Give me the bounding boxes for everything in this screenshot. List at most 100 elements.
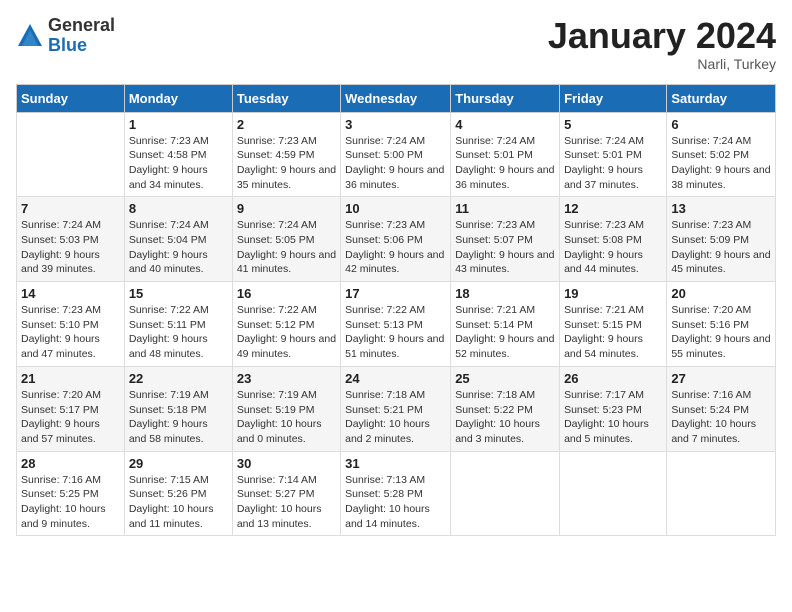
calendar-cell: 5Sunrise: 7:24 AMSunset: 5:01 PMDaylight… (560, 112, 667, 197)
header-cell-tuesday: Tuesday (232, 84, 340, 112)
calendar-cell: 29 Sunrise: 7:15 AMSunset: 5:26 PMDayligh… (124, 451, 232, 536)
calendar-cell: 11Sunrise: 7:23 AMSunset: 5:07 PMDayligh… (451, 197, 560, 282)
day-number: 15 (129, 286, 228, 301)
calendar-cell: 25Sunrise: 7:18 AMSunset: 5:22 PMDayligh… (451, 366, 560, 451)
day-number: 2 (237, 117, 336, 132)
header-cell-friday: Friday (560, 84, 667, 112)
day-number: 11 (455, 201, 555, 216)
day-info: Sunrise: 7:23 AMSunset: 4:58 PMDaylight:… (129, 134, 228, 193)
calendar-week-1: 7 Sunrise: 7:24 AMSunset: 5:03 PMDaylight… (17, 197, 776, 282)
logo-blue: Blue (48, 36, 115, 56)
calendar-body: 1Sunrise: 7:23 AMSunset: 4:58 PMDaylight… (17, 112, 776, 536)
day-number: 19 (564, 286, 662, 301)
day-info: Sunrise: 7:24 AMSunset: 5:00 PMDaylight:… (345, 134, 446, 193)
logo: General Blue (16, 16, 115, 56)
day-info: Sunrise: 7:24 AMSunset: 5:01 PMDaylight:… (455, 134, 555, 193)
calendar-cell (17, 112, 125, 197)
calendar-header: SundayMondayTuesdayWednesdayThursdayFrid… (17, 84, 776, 112)
header-row: SundayMondayTuesdayWednesdayThursdayFrid… (17, 84, 776, 112)
calendar-cell: 1Sunrise: 7:23 AMSunset: 4:58 PMDaylight… (124, 112, 232, 197)
day-info: Sunrise: 7:23 AMSunset: 4:59 PMDaylight:… (237, 134, 336, 193)
calendar-cell (451, 451, 560, 536)
day-number: 10 (345, 201, 446, 216)
day-number: 14 (21, 286, 120, 301)
calendar-cell: 23Sunrise: 7:19 AMSunset: 5:19 PMDayligh… (232, 366, 340, 451)
day-info: Sunrise: 7:23 AMSunset: 5:06 PMDaylight:… (345, 218, 446, 277)
day-number: 9 (237, 201, 336, 216)
day-info: Sunrise: 7:24 AMSunset: 5:03 PMDaylight:… (21, 218, 120, 277)
day-info: Sunrise: 7:24 AMSunset: 5:04 PMDaylight:… (129, 218, 228, 277)
day-info: Sunrise: 7:23 AMSunset: 5:08 PMDaylight:… (564, 218, 662, 277)
calendar-week-4: 28 Sunrise: 7:16 AMSunset: 5:25 PMDayligh… (17, 451, 776, 536)
day-number: 20 (671, 286, 771, 301)
day-number: 17 (345, 286, 446, 301)
calendar-cell: 27Sunrise: 7:16 AMSunset: 5:24 PMDayligh… (667, 366, 776, 451)
calendar-cell: 8 Sunrise: 7:24 AMSunset: 5:04 PMDaylight… (124, 197, 232, 282)
day-number: 28 (21, 456, 120, 471)
calendar-cell: 21Sunrise: 7:20 AMSunset: 5:17 PMDayligh… (17, 366, 125, 451)
calendar-cell: 17 Sunrise: 7:22 AMSunset: 5:13 PMDayligh… (341, 282, 451, 367)
calendar-cell: 13Sunrise: 7:23 AMSunset: 5:09 PMDayligh… (667, 197, 776, 282)
calendar-cell: 28 Sunrise: 7:16 AMSunset: 5:25 PMDayligh… (17, 451, 125, 536)
day-info: Sunrise: 7:16 AMSunset: 5:24 PMDaylight:… (671, 388, 771, 447)
logo-icon (16, 22, 44, 50)
day-info: Sunrise: 7:22 AMSunset: 5:13 PMDaylight:… (345, 303, 446, 362)
day-info: Sunrise: 7:24 AMSunset: 5:01 PMDaylight:… (564, 134, 662, 193)
day-info: Sunrise: 7:18 AMSunset: 5:21 PMDaylight:… (345, 388, 446, 447)
day-info: Sunrise: 7:21 AMSunset: 5:14 PMDaylight:… (455, 303, 555, 362)
day-info: Sunrise: 7:19 AMSunset: 5:19 PMDaylight:… (237, 388, 336, 447)
calendar-cell: 12Sunrise: 7:23 AMSunset: 5:08 PMDayligh… (560, 197, 667, 282)
day-info: Sunrise: 7:18 AMSunset: 5:22 PMDaylight:… (455, 388, 555, 447)
calendar-cell: 14 Sunrise: 7:23 AMSunset: 5:10 PMDayligh… (17, 282, 125, 367)
day-info: Sunrise: 7:14 AMSunset: 5:27 PMDaylight:… (237, 473, 336, 532)
header-cell-wednesday: Wednesday (341, 84, 451, 112)
location: Narli, Turkey (548, 56, 776, 72)
logo-text: General Blue (48, 16, 115, 56)
calendar-cell: 26Sunrise: 7:17 AMSunset: 5:23 PMDayligh… (560, 366, 667, 451)
calendar-cell: 24 Sunrise: 7:18 AMSunset: 5:21 PMDayligh… (341, 366, 451, 451)
calendar-week-0: 1Sunrise: 7:23 AMSunset: 4:58 PMDaylight… (17, 112, 776, 197)
day-info: Sunrise: 7:13 AMSunset: 5:28 PMDaylight:… (345, 473, 446, 532)
page-header: General Blue January 2024 Narli, Turkey (16, 16, 776, 72)
logo-general: General (48, 16, 115, 36)
calendar-week-3: 21Sunrise: 7:20 AMSunset: 5:17 PMDayligh… (17, 366, 776, 451)
calendar-cell (560, 451, 667, 536)
calendar-cell: 2 Sunrise: 7:23 AMSunset: 4:59 PMDaylight… (232, 112, 340, 197)
day-info: Sunrise: 7:21 AMSunset: 5:15 PMDaylight:… (564, 303, 662, 362)
calendar-cell: 10 Sunrise: 7:23 AMSunset: 5:06 PMDayligh… (341, 197, 451, 282)
header-cell-saturday: Saturday (667, 84, 776, 112)
header-cell-monday: Monday (124, 84, 232, 112)
calendar-week-2: 14 Sunrise: 7:23 AMSunset: 5:10 PMDayligh… (17, 282, 776, 367)
day-info: Sunrise: 7:24 AMSunset: 5:02 PMDaylight:… (671, 134, 771, 193)
header-cell-sunday: Sunday (17, 84, 125, 112)
calendar-cell: 30Sunrise: 7:14 AMSunset: 5:27 PMDayligh… (232, 451, 340, 536)
calendar-cell: 18Sunrise: 7:21 AMSunset: 5:14 PMDayligh… (451, 282, 560, 367)
day-number: 7 (21, 201, 120, 216)
day-number: 29 (129, 456, 228, 471)
calendar-cell: 9 Sunrise: 7:24 AMSunset: 5:05 PMDaylight… (232, 197, 340, 282)
calendar-cell: 4 Sunrise: 7:24 AMSunset: 5:01 PMDaylight… (451, 112, 560, 197)
day-info: Sunrise: 7:20 AMSunset: 5:17 PMDaylight:… (21, 388, 120, 447)
day-info: Sunrise: 7:23 AMSunset: 5:09 PMDaylight:… (671, 218, 771, 277)
day-info: Sunrise: 7:15 AMSunset: 5:26 PMDaylight:… (129, 473, 228, 532)
day-number: 22 (129, 371, 228, 386)
day-info: Sunrise: 7:19 AMSunset: 5:18 PMDaylight:… (129, 388, 228, 447)
day-info: Sunrise: 7:16 AMSunset: 5:25 PMDaylight:… (21, 473, 120, 532)
calendar-cell: 15 Sunrise: 7:22 AMSunset: 5:11 PMDayligh… (124, 282, 232, 367)
day-number: 24 (345, 371, 446, 386)
day-info: Sunrise: 7:22 AMSunset: 5:11 PMDaylight:… (129, 303, 228, 362)
calendar-cell: 31Sunrise: 7:13 AMSunset: 5:28 PMDayligh… (341, 451, 451, 536)
day-number: 6 (671, 117, 771, 132)
day-number: 8 (129, 201, 228, 216)
day-info: Sunrise: 7:23 AMSunset: 5:10 PMDaylight:… (21, 303, 120, 362)
month-title: January 2024 (548, 16, 776, 56)
calendar-cell: 7 Sunrise: 7:24 AMSunset: 5:03 PMDaylight… (17, 197, 125, 282)
day-info: Sunrise: 7:17 AMSunset: 5:23 PMDaylight:… (564, 388, 662, 447)
calendar-cell: 22 Sunrise: 7:19 AMSunset: 5:18 PMDayligh… (124, 366, 232, 451)
calendar-cell: 16Sunrise: 7:22 AMSunset: 5:12 PMDayligh… (232, 282, 340, 367)
calendar-cell: 20Sunrise: 7:20 AMSunset: 5:16 PMDayligh… (667, 282, 776, 367)
header-cell-thursday: Thursday (451, 84, 560, 112)
day-number: 4 (455, 117, 555, 132)
day-number: 3 (345, 117, 446, 132)
day-info: Sunrise: 7:24 AMSunset: 5:05 PMDaylight:… (237, 218, 336, 277)
